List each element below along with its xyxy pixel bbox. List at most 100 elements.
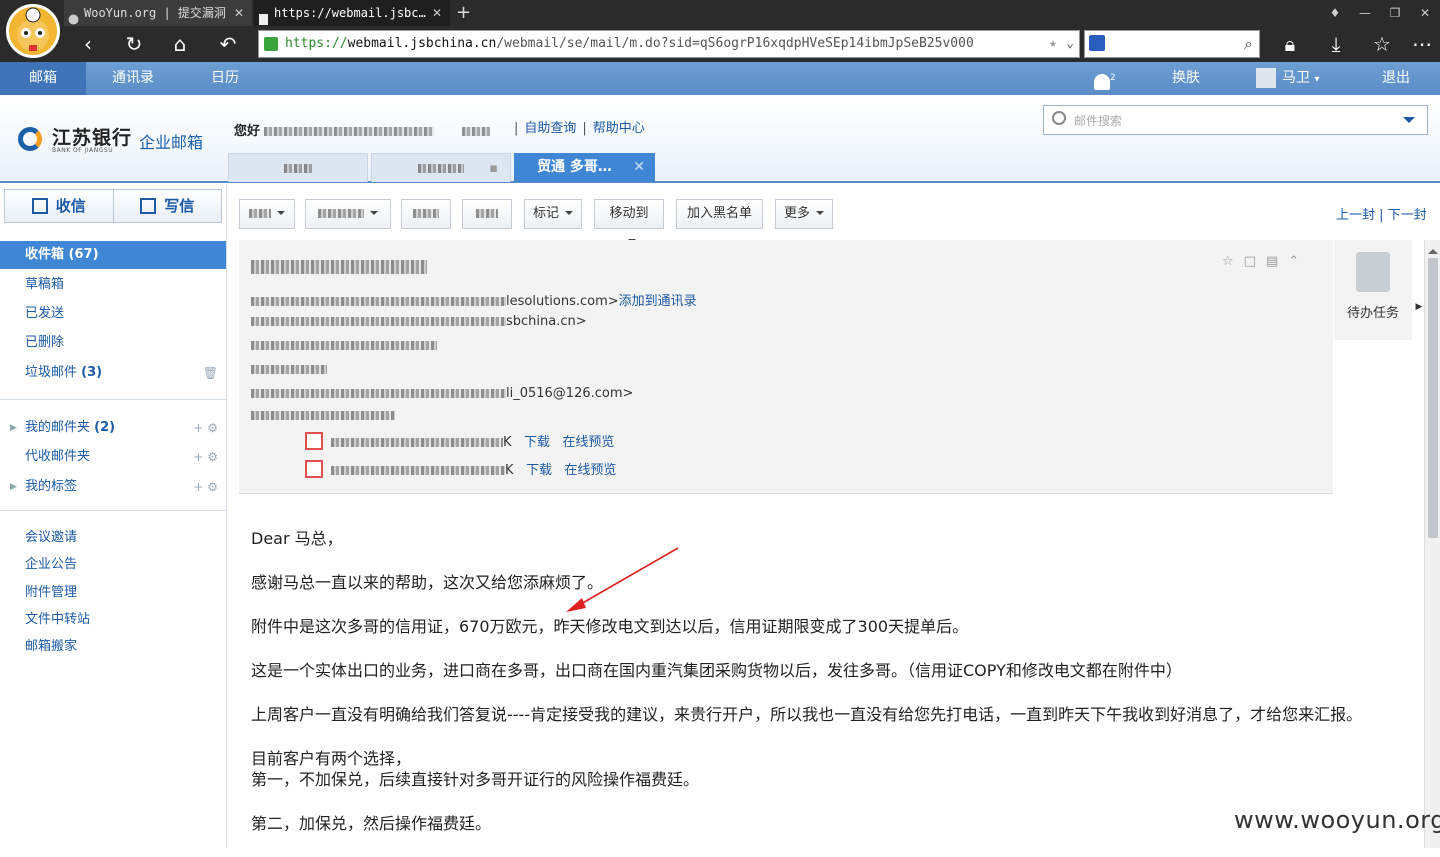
mail-header-panel [239,240,1333,494]
scroll-up-icon[interactable] [1428,244,1438,254]
help-center-link[interactable]: 帮助中心 [593,121,645,136]
user-menu[interactable]: 马卫 ▾ [1256,62,1319,95]
nav-calendar[interactable]: 日历 [182,62,268,95]
sidebar-item-mailbox-move[interactable]: 邮箱搬家 [0,633,226,661]
expand-arrow-icon[interactable]: ▶ [10,473,17,501]
print-icon[interactable]: ▤ [1266,254,1288,269]
app-top-bar: 邮箱 通讯录 日历 2 换肤 马卫 ▾ 退出 [0,62,1440,95]
body-paragraph: 这是一个实体出口的业务，进口商在多哥，出口商在国内重汽集团采购货物以后，发往多哥… [251,661,1182,680]
favorites-icon[interactable]: ☆ [1368,30,1396,58]
add-gear-icon[interactable]: + ⚙ [193,443,218,471]
sidebar-item-announcement[interactable]: 企业公告 [0,551,226,579]
forward-button[interactable] [401,199,451,229]
sidebar-item-meeting[interactable]: 会议邀请 [0,524,226,552]
sidebar-item-tags[interactable]: ▶ 我的标签 + ⚙ [0,473,226,501]
red-annotation-arrow-icon [566,547,679,612]
close-icon[interactable]: ✕ [633,153,645,182]
close-tab-icon[interactable]: ✕ [234,0,244,26]
mail-search-input[interactable]: 邮件搜索 [1043,105,1428,135]
address-bar[interactable]: https://webmail.jsbchina.cn/webmail/se/m… [258,30,1080,58]
minimize-icon[interactable]: — [1350,0,1380,26]
sidebar-item-junk[interactable]: 垃圾邮件 (3) 🗑︎ [0,359,226,387]
shirt-icon[interactable]: ♦ [1320,0,1350,26]
star-icon[interactable]: ★ [1049,31,1057,57]
sidebar-item-drafts[interactable]: 草稿箱 [0,271,226,299]
undo-icon[interactable]: ↶ [214,30,242,58]
vertical-scrollbar[interactable] [1424,240,1440,848]
prev-mail-link[interactable]: 上一封 [1336,208,1375,223]
mail-tab-2[interactable]: ▪ [371,153,511,182]
sidebar-item-sent[interactable]: 已发送 [0,300,226,328]
new-tab-icon[interactable]: + [456,0,471,26]
write-button[interactable]: 写信 [112,190,222,222]
close-window-icon[interactable]: ✕ [1410,0,1440,26]
add-gear-icon[interactable]: + ⚙ [193,414,218,442]
add-contact-link[interactable]: 添加到通讯录 [619,294,697,309]
restore-icon[interactable]: ❐ [1380,0,1410,26]
scroll-thumb[interactable] [1428,258,1438,538]
notifications[interactable]: 2 [1094,62,1116,95]
sidebar-item-my-folders[interactable]: ▶ 我的邮件夹 (2) + ⚙ [0,414,226,442]
body-paragraph: Dear 马总， [251,529,343,548]
sidebar-item-inbox[interactable]: 收件箱 (67) [0,241,226,269]
home-icon[interactable]: ⌂ [166,30,194,58]
mail-from: lesolutions.com>添加到通讯录 [251,290,697,309]
bell-icon[interactable] [1094,73,1110,90]
preview-link[interactable]: 在线预览 [564,463,616,478]
logout-button[interactable]: 退出 [1382,62,1410,95]
notification-count: 2 [1110,73,1116,83]
move-button[interactable]: 移动到 [594,199,664,243]
self-service-link[interactable]: 自助查询 [524,121,576,136]
mail-tab-active[interactable]: 贸通 多哥… ✕ [514,153,655,182]
mail-tab-1[interactable] [228,153,368,182]
sidebar-item-deleted[interactable]: 已删除 [0,329,226,357]
trash-icon[interactable]: 🗑︎ [203,359,218,387]
pdf-file-icon [305,432,323,450]
close-icon[interactable]: ▪ [489,154,498,183]
collapse-icon[interactable]: ⌃ [1288,254,1309,269]
back-button[interactable] [239,199,295,229]
chevron-down-icon [816,211,825,219]
delete-button[interactable] [462,199,512,229]
add-gear-icon[interactable]: + ⚙ [193,473,218,501]
watermark: www.wooyun.org [1234,806,1440,834]
browser-tab-title: WooYun.org | 提交漏洞 [84,6,226,20]
search-icon[interactable]: ⌕ [1244,34,1253,54]
expand-arrow-icon[interactable]: ▶ [10,414,17,442]
preview-link[interactable]: 在线预览 [562,435,614,450]
search-engine-icon[interactable] [1089,35,1105,51]
chevron-down-icon[interactable] [1403,117,1415,129]
download-icon[interactable]: ⤓ [1322,30,1350,58]
browser-profile-avatar[interactable] [6,4,60,58]
menu-icon[interactable]: ⋯ [1408,30,1436,58]
sidebar-item-file-transfer[interactable]: 文件中转站 [0,606,226,634]
mail-to: sbchina.cn> [251,314,587,329]
window-icon[interactable]: □ [1244,254,1266,269]
mark-button[interactable]: 标记 [524,199,582,229]
body-paragraph: 第一，不加保兑，后续直接针对多哥开证行的风险操作福费廷。 [251,770,700,789]
chevron-down-icon[interactable]: ⌄ [1066,31,1074,57]
nav-contacts[interactable]: 通讯录 [90,62,176,95]
download-link[interactable]: 下载 [524,435,550,450]
next-mail-link[interactable]: 下一封 [1388,208,1427,223]
close-tab-icon[interactable]: ✕ [432,0,442,26]
back-icon[interactable]: ‹ [74,30,102,58]
skin-button[interactable]: 换肤 [1172,62,1200,95]
lock-icon[interactable]: 🔒︎ [1276,30,1304,58]
star-icon[interactable]: ☆ [1222,254,1244,269]
reply-button[interactable] [305,199,391,229]
browser-tab-webmail[interactable]: https://webmail.jsbc… ✕ [254,0,450,26]
receive-button[interactable]: 收信 [5,190,113,222]
more-button[interactable]: 更多 [775,199,833,229]
refresh-icon[interactable]: ↻ [120,30,148,58]
todo-panel[interactable]: 待办任务 [1334,240,1412,340]
sidebar-item-proxy[interactable]: 代收邮件夹 + ⚙ [0,443,226,471]
browser-search-box[interactable]: ⌕ [1084,30,1260,58]
wooyun-favicon-icon [68,8,79,25]
blacklist-button[interactable]: 加入黑名单 [676,199,763,229]
browser-tab-wooyun[interactable]: WooYun.org | 提交漏洞 ✕ [64,0,252,26]
nav-mail[interactable]: 邮箱 [0,62,86,95]
download-link[interactable]: 下载 [526,463,552,478]
sidebar-item-attachments[interactable]: 附件管理 [0,579,226,607]
browser-navbar: ‹ ↻ ⌂ ↶ https://webmail.jsbchina.cn/webm… [0,26,1440,62]
